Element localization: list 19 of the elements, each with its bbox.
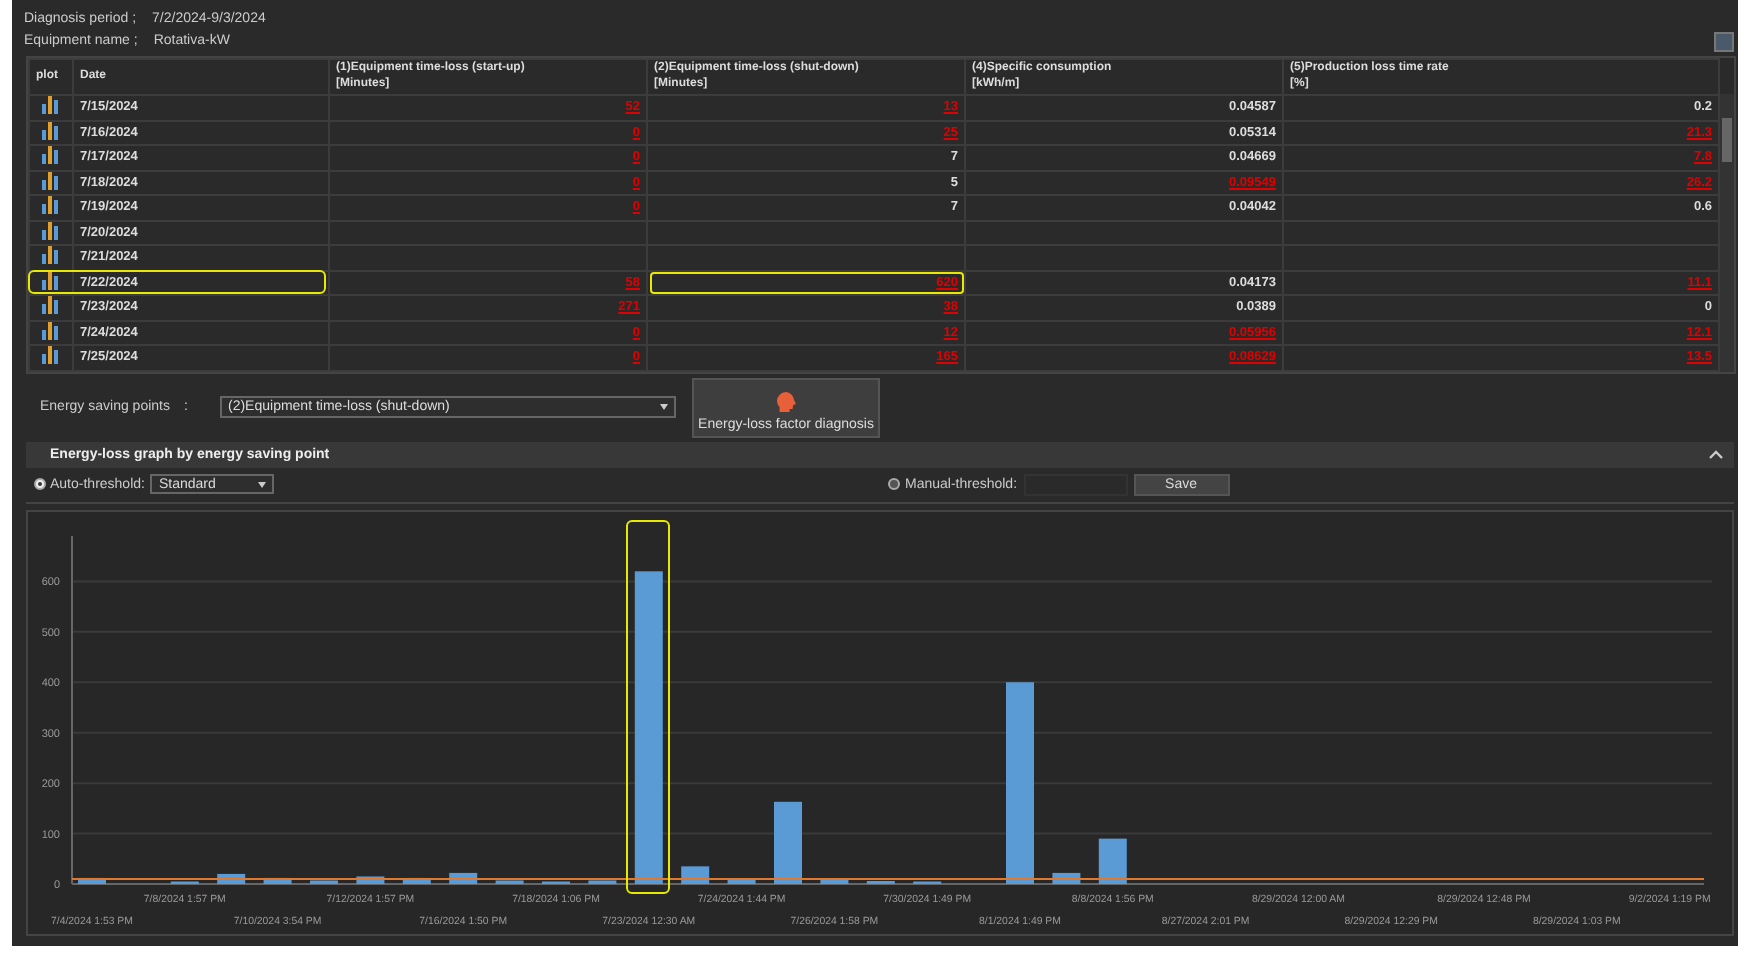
bar [820, 878, 849, 883]
bar-chart-icon[interactable] [42, 296, 60, 315]
bar-chart-icon[interactable] [42, 196, 60, 215]
bar-chart-icon[interactable] [42, 171, 60, 190]
bar-chart-icon[interactable] [42, 121, 60, 140]
bar-chart-icon[interactable] [42, 246, 60, 265]
collapse-icon[interactable] [1708, 446, 1724, 462]
bar [1098, 837, 1127, 883]
bar-chart-icon[interactable] [42, 271, 60, 290]
bar-chart-icon[interactable] [42, 321, 60, 340]
bar-chart-icon[interactable] [42, 96, 60, 115]
bar-chart-icon[interactable] [42, 346, 60, 365]
caret-icon [258, 481, 267, 487]
bar-chart-icon[interactable] [42, 221, 60, 240]
bar-chart-icon[interactable] [42, 146, 60, 165]
head-icon [774, 389, 798, 413]
scrollbar-thumb[interactable] [1722, 118, 1732, 162]
caret-icon [660, 404, 668, 410]
bar [774, 800, 802, 883]
